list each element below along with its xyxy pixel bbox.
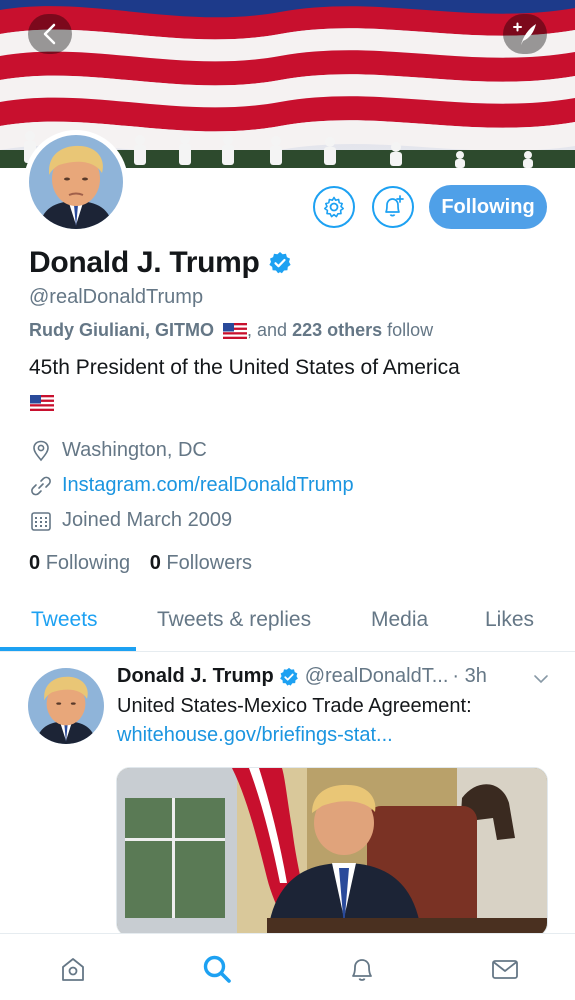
calendar-icon — [31, 511, 51, 531]
nav-notifications[interactable] — [345, 952, 379, 986]
messages-icon — [492, 960, 518, 979]
avatar-image — [29, 135, 123, 229]
profile-website[interactable]: Instagram.com/realDonaldTrump — [29, 474, 354, 497]
avatar-image — [28, 668, 104, 744]
nav-messages[interactable] — [488, 952, 522, 986]
followers-count-link[interactable]: 0 Followers — [150, 552, 252, 574]
tweet-author-handle: @realDonaldT... — [304, 665, 449, 687]
followers-label: Followers — [166, 552, 252, 574]
profile-tabs: Tweets Tweets & replies Media Likes — [0, 596, 575, 652]
home-icon — [62, 958, 84, 981]
chevron-left-icon — [43, 23, 56, 45]
notifications-icon — [352, 959, 372, 981]
tab-tweets-and-replies[interactable]: Tweets & replies — [157, 608, 311, 632]
following-count: 0 — [29, 552, 41, 574]
follow-counts: 0 Following 0 Followers — [29, 552, 252, 575]
tweet-author-avatar[interactable] — [28, 668, 104, 744]
tweet-text: United States-Mexico Trade Agreement: — [117, 695, 472, 717]
search-icon — [203, 955, 231, 983]
us-flag-icon — [223, 323, 248, 340]
following-button[interactable]: Following — [429, 185, 547, 229]
bell-plus-icon — [385, 195, 404, 217]
followed-by-follow: follow — [382, 320, 434, 340]
followed-by-text[interactable]: Rudy Giuliani, GITMO , and 223 others fo… — [29, 320, 433, 341]
profile-settings-button[interactable] — [313, 186, 355, 228]
tab-likes[interactable]: Likes — [485, 608, 534, 632]
followed-by-names: Rudy Giuliani, GITMO — [29, 320, 215, 340]
nav-home[interactable] — [56, 952, 90, 986]
followers-count: 0 — [149, 552, 161, 574]
active-tab-indicator — [0, 647, 136, 651]
compose-tweet-button[interactable] — [503, 14, 547, 54]
profile-avatar[interactable] — [24, 130, 128, 234]
tweet-link[interactable]: whitehouse.gov/briefings-stat... — [117, 724, 393, 747]
profile-bio: 45th President of the United States of A… — [29, 356, 460, 379]
followed-by-count: 223 others — [292, 320, 383, 340]
bottom-tab-bar — [0, 933, 575, 1000]
compose-tweet-icon — [513, 22, 536, 45]
tweet-author-name[interactable]: Donald J. Trump — [117, 665, 274, 688]
joined-text: Joined March 2009 — [62, 509, 233, 531]
gear-icon — [324, 196, 344, 218]
profile-location: Washington, DC — [29, 439, 207, 462]
profile-name: Donald J. Trump — [29, 246, 260, 279]
tweet-photo — [117, 768, 547, 936]
location-text: Washington, DC — [62, 439, 207, 461]
following-count-link[interactable]: 0 Following — [29, 552, 130, 574]
website-link[interactable]: Instagram.com/realDonaldTrump — [62, 474, 354, 497]
profile-name-row: Donald J. Trump — [29, 246, 292, 280]
tab-media[interactable]: Media — [371, 608, 428, 632]
verified-badge-icon — [268, 252, 291, 274]
chevron-down-icon[interactable] — [532, 670, 550, 688]
us-flag-icon — [30, 395, 54, 411]
link-icon — [31, 476, 51, 495]
back-button[interactable] — [28, 14, 72, 54]
following-label: Following — [45, 552, 131, 574]
notifications-toggle-button[interactable] — [372, 186, 414, 228]
profile-joined: Joined March 2009 — [29, 509, 232, 532]
tweet-timestamp: · 3h — [452, 665, 487, 687]
followed-by-and: , and — [247, 320, 293, 340]
tweet-header: Donald J. Trump @realDonaldT... · 3h — [117, 665, 487, 688]
verified-badge-icon — [279, 667, 298, 686]
tab-tweets[interactable]: Tweets — [31, 608, 98, 632]
profile-handle: @realDonaldTrump — [29, 286, 204, 308]
tweet-media-image[interactable] — [116, 767, 548, 937]
location-pin-icon — [33, 440, 49, 461]
nav-search[interactable] — [200, 952, 234, 986]
